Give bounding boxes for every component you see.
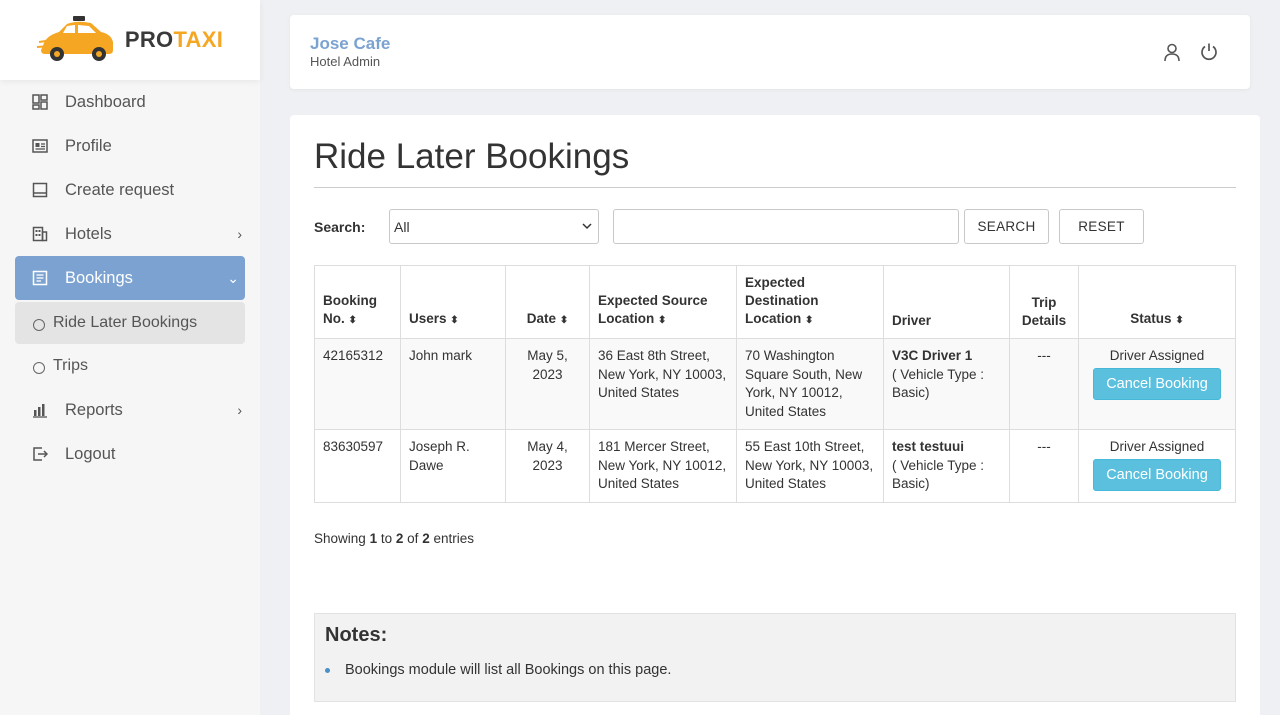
table-header-row: Booking No. ⬍ Users ⬍ Date ⬍ Expected So… [314, 265, 1236, 339]
table-info: Showing 1 to 2 of 2 entries [314, 531, 474, 546]
hotel-name: Jose Cafe [310, 34, 391, 53]
sort-icon[interactable]: ⬍ [805, 315, 813, 326]
trip-details-cell: --- [1009, 429, 1079, 503]
col-driver: Driver [883, 265, 1010, 339]
destination-cell: 70 Washington Square South, New York, NY… [736, 338, 884, 430]
user-cell: John mark [400, 338, 506, 430]
notes-item: Bookings module will list all Bookings o… [345, 662, 672, 678]
search-button[interactable]: SEARCH [964, 209, 1049, 244]
page-title: Ride Later Bookings [314, 137, 630, 176]
driver-cell: V3C Driver 1 ( Vehicle Type : Basic) [883, 338, 1010, 430]
logo-text: PROTAXI [125, 27, 223, 53]
sidebar-item-label: Reports [65, 400, 123, 419]
status-text: Driver Assigned [1109, 439, 1205, 454]
profile-card-icon [32, 138, 48, 154]
status-text: Driver Assigned [1109, 348, 1205, 363]
logout-icon [32, 446, 48, 462]
bookings-icon [32, 270, 48, 286]
sidebar-item-bookings[interactable]: Bookings ⌄ [15, 256, 245, 300]
sidebar: PROTAXI Dashboard Profile Create request [0, 0, 260, 715]
chevron-right-icon: › [237, 402, 242, 418]
driver-name: test testuui [892, 439, 965, 454]
circle-icon [33, 318, 45, 331]
cancel-booking-button[interactable]: Cancel Booking [1093, 458, 1221, 491]
logo-text-taxi: TAXI [173, 27, 224, 52]
sidebar-item-label: Hotels [65, 224, 112, 243]
booking-no-cell: 83630597 [314, 429, 401, 503]
sidebar-item-hotels[interactable]: Hotels › [0, 212, 260, 256]
sort-icon[interactable]: ⬍ [560, 315, 568, 326]
circle-icon [33, 361, 45, 374]
logo[interactable]: PROTAXI [0, 0, 260, 80]
create-request-icon [32, 182, 48, 198]
search-filter-value: All [394, 218, 410, 235]
booking-no-cell: 42165312 [314, 338, 401, 430]
sidebar-nav: Dashboard Profile Create request Hotels … [0, 80, 260, 476]
bullet-icon [325, 668, 330, 673]
source-cell: 36 East 8th Street, New York, NY 10003, … [589, 338, 737, 430]
col-trip-details: Trip Details [1009, 265, 1079, 339]
sidebar-item-logout[interactable]: Logout [0, 432, 260, 476]
taxi-logo-icon [36, 16, 113, 61]
col-date[interactable]: Date ⬍ [505, 265, 590, 339]
bar-chart-icon [32, 402, 48, 418]
chevron-down-icon [582, 223, 592, 230]
cancel-booking-button[interactable]: Cancel Booking [1093, 367, 1221, 400]
vehicle-type: ( Vehicle Type : Basic) [892, 457, 985, 492]
notes-title: Notes: [325, 624, 388, 646]
building-icon [32, 226, 48, 242]
sort-icon[interactable]: ⬍ [450, 315, 458, 326]
driver-cell: test testuui ( Vehicle Type : Basic) [883, 429, 1010, 503]
search-input[interactable] [613, 209, 959, 244]
dashboard-icon [32, 94, 48, 110]
search-filter-select[interactable]: All [389, 209, 599, 244]
sidebar-item-profile[interactable]: Profile [0, 124, 260, 168]
sidebar-item-ride-later-bookings[interactable]: Ride Later Bookings [15, 302, 245, 344]
sidebar-item-label: Logout [65, 444, 116, 463]
status-cell: Driver Assigned Cancel Booking [1078, 338, 1236, 430]
sort-icon[interactable]: ⬍ [1175, 315, 1183, 326]
col-source-location[interactable]: Expected Source Location ⬍ [589, 265, 737, 339]
notes-panel: Notes: Bookings module will list all Boo… [314, 613, 1236, 702]
reset-button[interactable]: RESET [1059, 209, 1144, 244]
date-cell: May 5, 2023 [505, 338, 590, 430]
top-header: Jose Cafe Hotel Admin [290, 15, 1250, 89]
title-divider [314, 187, 1236, 188]
sidebar-item-label: Profile [65, 136, 112, 155]
col-destination-location[interactable]: Expected Destination Location ⬍ [736, 265, 884, 339]
table-row: 83630597 Joseph R. Dawe May 4, 2023 181 … [314, 429, 1236, 503]
user-role: Hotel Admin [310, 54, 381, 69]
status-cell: Driver Assigned Cancel Booking [1078, 429, 1236, 503]
trip-details-cell: --- [1009, 338, 1079, 430]
sidebar-item-label: Ride Later Bookings [53, 314, 198, 331]
col-booking-no[interactable]: Booking No. ⬍ [314, 265, 401, 339]
destination-cell: 55 East 10th Street, New York, NY 10003,… [736, 429, 884, 503]
sidebar-item-label: Create request [65, 180, 175, 199]
sidebar-item-label: Trips [53, 357, 88, 374]
sort-icon[interactable]: ⬍ [658, 315, 666, 326]
table-row: 42165312 John mark May 5, 2023 36 East 8… [314, 338, 1236, 430]
power-icon[interactable] [1199, 42, 1219, 62]
col-status[interactable]: Status ⬍ [1078, 265, 1236, 339]
sidebar-item-label: Bookings [65, 268, 133, 287]
user-cell: Joseph R. Dawe [400, 429, 506, 503]
source-cell: 181 Mercer Street, New York, NY 10012, U… [589, 429, 737, 503]
col-users[interactable]: Users ⬍ [400, 265, 506, 339]
sidebar-item-reports[interactable]: Reports › [0, 388, 260, 432]
sidebar-item-label: Dashboard [65, 92, 146, 111]
driver-name: V3C Driver 1 [892, 348, 973, 363]
bookings-table: Booking No. ⬍ Users ⬍ Date ⬍ Expected So… [314, 265, 1236, 503]
user-icon[interactable] [1162, 42, 1182, 62]
content-card: Ride Later Bookings Search: All SEARCH R… [290, 115, 1260, 715]
chevron-right-icon: › [237, 226, 242, 242]
chevron-down-icon: ⌄ [227, 269, 239, 286]
logo-text-pro: PRO [124, 27, 174, 52]
sidebar-item-create-request[interactable]: Create request [0, 168, 260, 212]
sidebar-item-trips[interactable]: Trips [0, 344, 260, 388]
search-label: Search: [314, 219, 366, 235]
sidebar-item-dashboard[interactable]: Dashboard [0, 80, 260, 124]
vehicle-type: ( Vehicle Type : Basic) [892, 366, 985, 401]
sort-icon[interactable]: ⬍ [349, 315, 357, 326]
date-cell: May 4, 2023 [505, 429, 590, 503]
